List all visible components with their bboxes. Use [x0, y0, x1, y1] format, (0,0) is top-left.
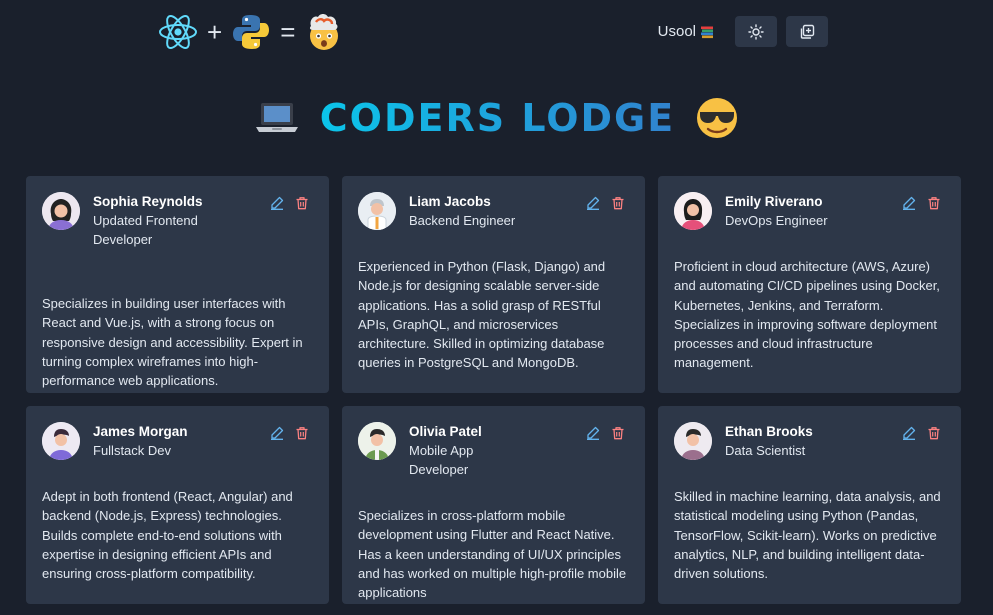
sun-icon: [748, 23, 764, 40]
member-role: Data Scientist: [725, 443, 806, 458]
add-user-button[interactable]: [786, 16, 828, 47]
member-description: Adept in both frontend (React, Angular) …: [42, 489, 293, 582]
avatar: [42, 422, 80, 460]
member-name: Ethan Brooks: [725, 424, 813, 439]
theme-toggle-button[interactable]: [735, 16, 777, 47]
member-name: Sophia Reynolds: [93, 194, 203, 209]
edit-icon[interactable]: [586, 196, 600, 210]
sunglasses-face-icon: [697, 98, 738, 138]
laptop-icon: [255, 103, 298, 132]
edit-icon[interactable]: [270, 426, 284, 440]
books-icon: [701, 26, 713, 38]
avatar: [674, 422, 712, 460]
member-description: Experienced in Python (Flask, Django) an…: [358, 259, 606, 371]
avatar: [358, 192, 396, 230]
react-icon: [159, 15, 197, 49]
avatar: [674, 192, 712, 230]
member-description: Skilled in machine learning, data analys…: [674, 489, 941, 582]
member-description: Specializes in cross-platform mobile dev…: [358, 508, 627, 601]
delete-icon[interactable]: [611, 196, 625, 210]
delete-icon[interactable]: [295, 196, 309, 210]
team-card-grid: Sophia Reynolds Updated Frontend Develop…: [26, 176, 961, 604]
member-name: James Morgan: [93, 424, 188, 439]
team-member-card: Liam Jacobs Backend Engineer Experienced…: [342, 176, 645, 393]
member-description: Specializes in building user interfaces …: [42, 296, 303, 389]
page-title: CODERS LODGE: [319, 96, 676, 140]
avatar: [358, 422, 396, 460]
member-role: DevOps Engineer: [725, 213, 828, 228]
member-description: Proficient in cloud architecture (AWS, A…: [674, 259, 940, 371]
username: Usool: [657, 23, 696, 40]
page-title-row: CODERS LODGE: [0, 96, 993, 140]
equals-sign: =: [280, 17, 296, 47]
logo: + =: [158, 10, 344, 54]
edit-icon[interactable]: [270, 196, 284, 210]
header-actions: Usool: [658, 16, 828, 47]
member-role: Updated Frontend Developer: [93, 213, 198, 247]
team-member-card: Olivia Patel Mobile App Developer Specia…: [342, 406, 645, 604]
edit-icon[interactable]: [902, 426, 916, 440]
delete-icon[interactable]: [611, 426, 625, 440]
plus-sign: +: [207, 17, 223, 47]
member-role: Mobile App Developer: [409, 443, 474, 477]
edit-icon[interactable]: [902, 196, 916, 210]
member-name: Olivia Patel: [409, 424, 482, 439]
python-icon: [233, 15, 270, 49]
avatar: [42, 192, 80, 230]
member-name: Emily Riverano: [725, 194, 823, 209]
team-member-card: James Morgan Fullstack Dev Adept in both…: [26, 406, 329, 604]
delete-icon[interactable]: [295, 426, 309, 440]
edit-icon[interactable]: [586, 426, 600, 440]
member-role: Fullstack Dev: [93, 443, 172, 458]
header: + = Usool: [0, 0, 993, 64]
team-member-card: Ethan Brooks Data Scientist Skilled in m…: [658, 406, 961, 604]
team-member-card: Emily Riverano DevOps Engineer Proficien…: [658, 176, 961, 393]
delete-icon[interactable]: [927, 426, 941, 440]
exploding-head-icon: [310, 14, 339, 50]
delete-icon[interactable]: [927, 196, 941, 210]
add-icon: [800, 24, 815, 39]
member-role: Backend Engineer: [409, 213, 516, 228]
team-member-card: Sophia Reynolds Updated Frontend Develop…: [26, 176, 329, 393]
member-name: Liam Jacobs: [409, 194, 491, 209]
